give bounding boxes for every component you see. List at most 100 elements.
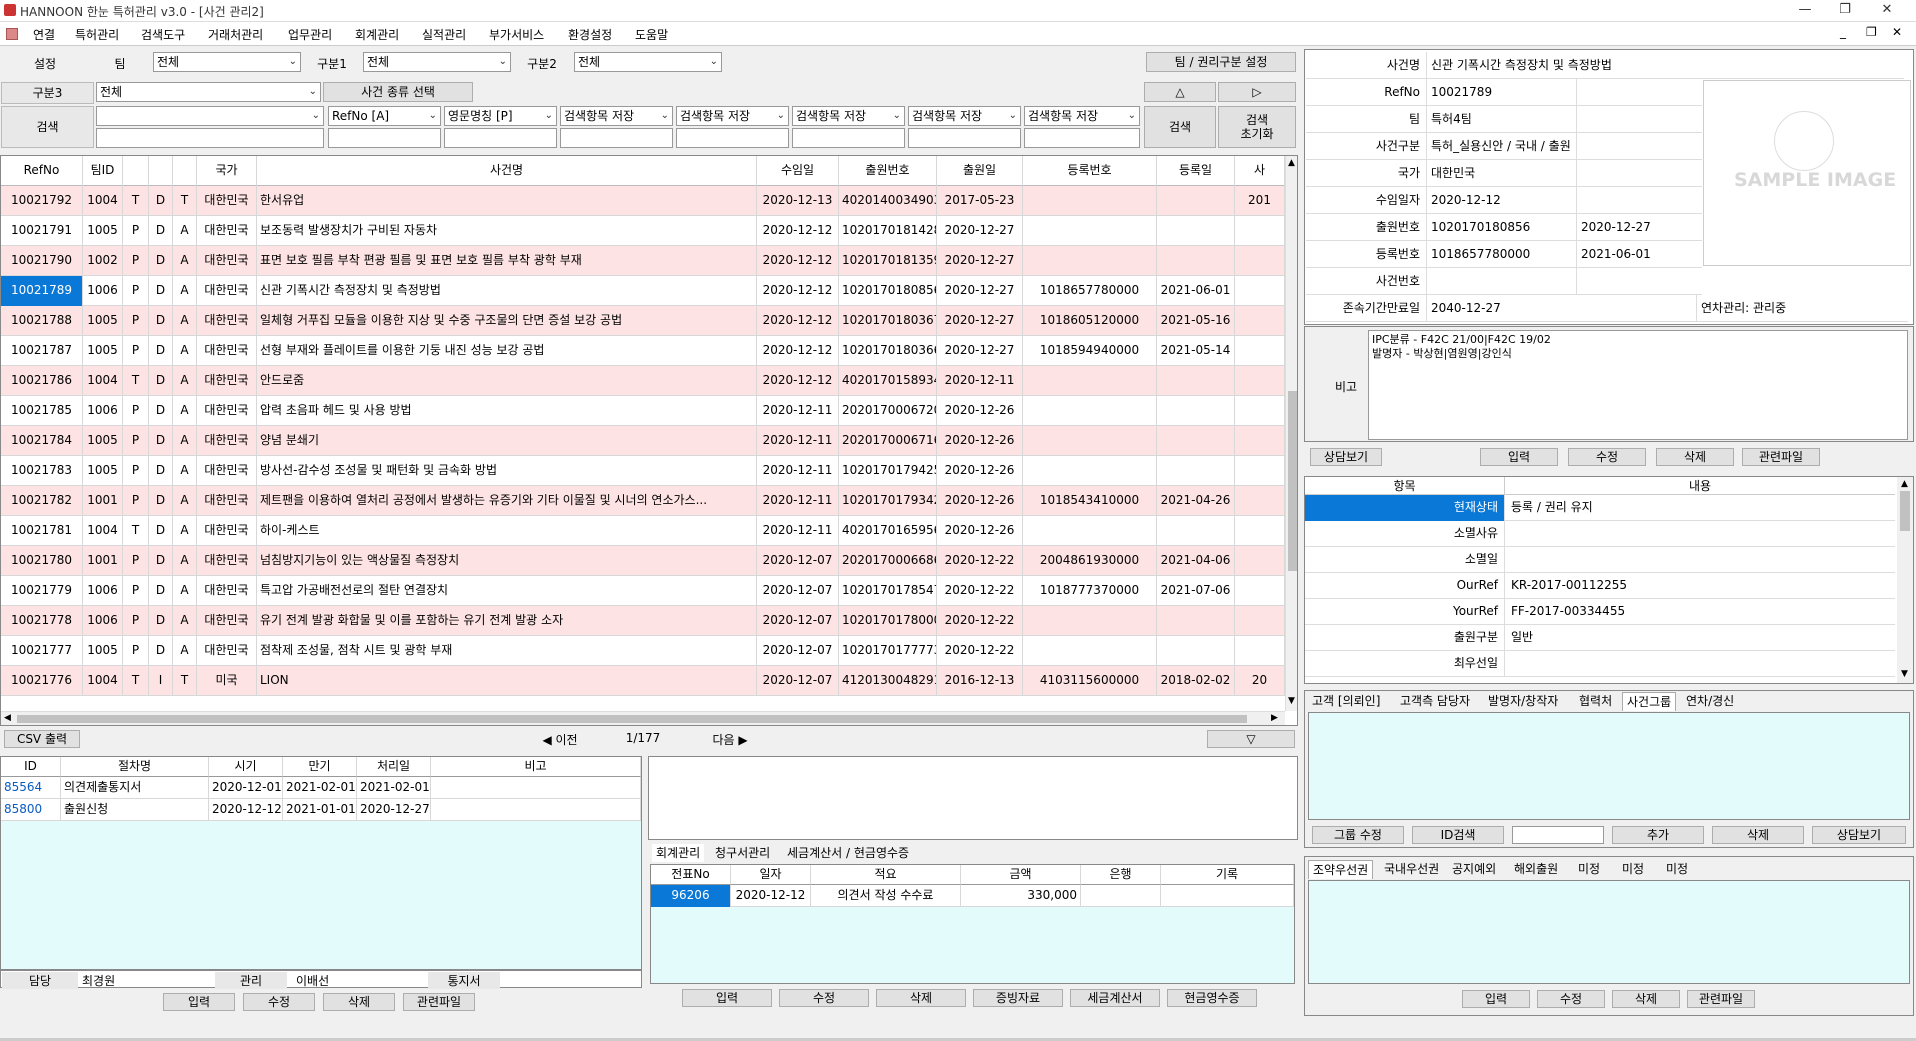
- table-row[interactable]: 10021782 1001 P D A 대한민국 제트팬을 이용하여 열처리 공정에서 발생…: [1, 486, 1285, 516]
- collapse-up-button[interactable]: △: [1144, 82, 1216, 102]
- cat3-select[interactable]: 전체 ⌄: [96, 82, 321, 102]
- expand-down-button[interactable]: ▽: [1207, 730, 1295, 748]
- acct-edit-button[interactable]: 수정: [779, 989, 869, 1007]
- scroll-right-icon[interactable]: ▶: [1271, 713, 1278, 723]
- tab-client-contact[interactable]: 고객측 담당자: [1396, 692, 1474, 710]
- tab-overseas-filing[interactable]: 해외출원: [1510, 860, 1562, 878]
- tab-partner[interactable]: 협력처: [1575, 692, 1616, 710]
- table-row[interactable]: 96206 2020-12-12 의견서 작성 수수료 330,000: [651, 885, 1294, 907]
- menu-patent[interactable]: 특허관리: [75, 26, 119, 43]
- acct-cash-receipt-button[interactable]: 현금영수증: [1167, 989, 1257, 1007]
- column-header[interactable]: [173, 156, 197, 186]
- column-header[interactable]: 시기: [209, 757, 283, 777]
- menu-search[interactable]: 검색도구: [141, 26, 185, 43]
- tab-client[interactable]: 고객 [의뢰인]: [1308, 692, 1384, 710]
- search-input-4[interactable]: [560, 128, 673, 148]
- mdi-close-icon[interactable]: ✕: [1892, 25, 1902, 39]
- scroll-thumb-h[interactable]: [17, 715, 1247, 723]
- tab-billing[interactable]: 청구서관리: [711, 844, 774, 862]
- search-input-5[interactable]: [676, 128, 789, 148]
- column-header[interactable]: RefNo: [1, 156, 83, 186]
- search-input-8[interactable]: [1024, 128, 1140, 148]
- tab-domestic-priority[interactable]: 국내우선권: [1380, 860, 1443, 878]
- proc-files-button[interactable]: 관련파일: [403, 993, 475, 1011]
- tab-undecided-2[interactable]: 미정: [1618, 860, 1648, 878]
- property-row[interactable]: YourRef FF-2017-00334455: [1305, 599, 1895, 625]
- table-row[interactable]: 10021781 1004 T D A 대한민국 하이-케스트 2020-12-11 40201…: [1, 516, 1285, 546]
- table-row[interactable]: 10021777 1005 P D A 대한민국 점착제 조성물, 점착 시트 및 광학 부…: [1, 636, 1285, 666]
- search-button[interactable]: 검색: [1144, 106, 1216, 148]
- memo-box[interactable]: [648, 756, 1298, 840]
- property-row[interactable]: 최우선일: [1305, 651, 1895, 677]
- csv-export-button[interactable]: CSV 출력: [4, 730, 80, 748]
- column-header[interactable]: 등록일: [1157, 156, 1235, 186]
- column-header[interactable]: ID: [1, 757, 61, 777]
- search-field-7-select[interactable]: 검색항목 저장 ⌄: [908, 106, 1021, 126]
- table-row[interactable]: 10021787 1005 P D A 대한민국 선형 부재와 플레이트를 이용한 기둥 내…: [1, 336, 1285, 366]
- property-row[interactable]: 소멸일: [1305, 547, 1895, 573]
- consult-view-button[interactable]: 상담보기: [1310, 448, 1382, 466]
- column-header[interactable]: 은행: [1081, 865, 1161, 885]
- tab-case-group[interactable]: 사건그룹: [1622, 692, 1677, 711]
- scroll-up-icon[interactable]: ▲: [1901, 479, 1908, 489]
- close-icon[interactable]: ✕: [1872, 2, 1902, 17]
- table-row[interactable]: 10021778 1006 P D A 대한민국 유기 전계 발광 화합물 및 이를 포함하…: [1, 606, 1285, 636]
- mdi-restore-icon[interactable]: ❐: [1866, 25, 1877, 39]
- id-search-input[interactable]: [1512, 826, 1604, 844]
- tab-accounting[interactable]: 회계관리: [652, 844, 705, 862]
- table-row[interactable]: 10021780 1001 P D A 대한민국 넘침방지기능이 있는 액상물질 측정장치 2…: [1, 546, 1285, 576]
- detail-edit-button[interactable]: 수정: [1568, 448, 1646, 466]
- table-row[interactable]: 10021786 1004 T D A 대한민국 안드로줌 2020-12-12 4020170…: [1, 366, 1285, 396]
- menu-performance[interactable]: 실적관리: [422, 26, 466, 43]
- column-header[interactable]: 전표No: [651, 865, 731, 885]
- horizontal-scrollbar[interactable]: ◀ ▶: [1, 711, 1285, 725]
- column-header[interactable]: 기록: [1161, 865, 1294, 885]
- tab-undecided-1[interactable]: 미정: [1574, 860, 1604, 878]
- column-header[interactable]: 비고: [431, 757, 641, 777]
- search-input-1[interactable]: [96, 128, 324, 148]
- search-field-3-select[interactable]: 영문명칭 [P] ⌄: [444, 106, 557, 126]
- scroll-up-icon[interactable]: ▲: [1288, 158, 1295, 168]
- tab-annuity[interactable]: 연차/경신: [1682, 692, 1738, 710]
- property-row[interactable]: 현재상태 등록 / 권리 유지: [1305, 495, 1895, 521]
- table-row[interactable]: 10021785 1006 P D A 대한민국 압력 초음파 헤드 및 사용 방법 2020…: [1, 396, 1285, 426]
- scroll-down-icon[interactable]: ▼: [1901, 669, 1908, 679]
- column-header[interactable]: 등록번호: [1023, 156, 1157, 186]
- priority-edit-button[interactable]: 수정: [1537, 990, 1605, 1008]
- scroll-thumb[interactable]: [1900, 491, 1910, 531]
- acct-tax-invoice-button[interactable]: 세금계산서: [1070, 989, 1160, 1007]
- cat1-select[interactable]: 전체 ⌄: [363, 52, 511, 72]
- search-input-7[interactable]: [908, 128, 1021, 148]
- search-input-3[interactable]: [444, 128, 557, 148]
- prop-scrollbar[interactable]: ▲ ▼: [1897, 477, 1913, 683]
- column-header[interactable]: 사: [1235, 156, 1285, 186]
- column-header[interactable]: 금액: [961, 865, 1081, 885]
- search-field-4-select[interactable]: 검색항목 저장 ⌄: [560, 106, 673, 126]
- cat2-select[interactable]: 전체 ⌄: [574, 52, 722, 72]
- column-header[interactable]: 팀ID: [83, 156, 123, 186]
- column-header[interactable]: 처리일: [357, 757, 431, 777]
- column-header[interactable]: 사건명: [257, 156, 757, 186]
- search-field-6-select[interactable]: 검색항목 저장 ⌄: [792, 106, 905, 126]
- detail-input-button[interactable]: 입력: [1480, 448, 1558, 466]
- case-type-select-button[interactable]: 사건 종류 선택: [323, 82, 473, 102]
- proc-delete-button[interactable]: 삭제: [323, 993, 395, 1011]
- menu-settings[interactable]: 환경설정: [568, 26, 612, 43]
- menu-help[interactable]: 도움말: [635, 26, 668, 43]
- column-header[interactable]: [123, 156, 149, 186]
- table-row[interactable]: 85564 의견제출통지서 2020-12-01 2021-02-01 2021-02-…: [1, 777, 641, 799]
- tab-treaty-priority[interactable]: 조약우선권: [1308, 860, 1374, 879]
- property-row[interactable]: 출원구분 일반: [1305, 625, 1895, 651]
- tab-inventor[interactable]: 발명자/창작자: [1484, 692, 1562, 710]
- scroll-thumb[interactable]: [1288, 391, 1297, 571]
- table-row[interactable]: 10021779 1006 P D A 대한민국 특고압 가공배전선로의 절탄 연결장치 20…: [1, 576, 1285, 606]
- search-reset-button[interactable]: 검색 초기화: [1218, 106, 1296, 148]
- column-header[interactable]: 절차명: [61, 757, 209, 777]
- group-edit-button[interactable]: 그룹 수정: [1312, 826, 1404, 844]
- tab-disclosure-exception[interactable]: 공지예외: [1448, 860, 1500, 878]
- team-select[interactable]: 전체 ⌄: [153, 52, 301, 72]
- table-row[interactable]: 10021776 1004 T I T 미국 LION 2020-12-07 412013004…: [1, 666, 1285, 696]
- acct-input-button[interactable]: 입력: [682, 989, 772, 1007]
- next-page-button[interactable]: 다음 ▶: [705, 731, 755, 748]
- mdi-minimize-icon[interactable]: _: [1840, 25, 1846, 39]
